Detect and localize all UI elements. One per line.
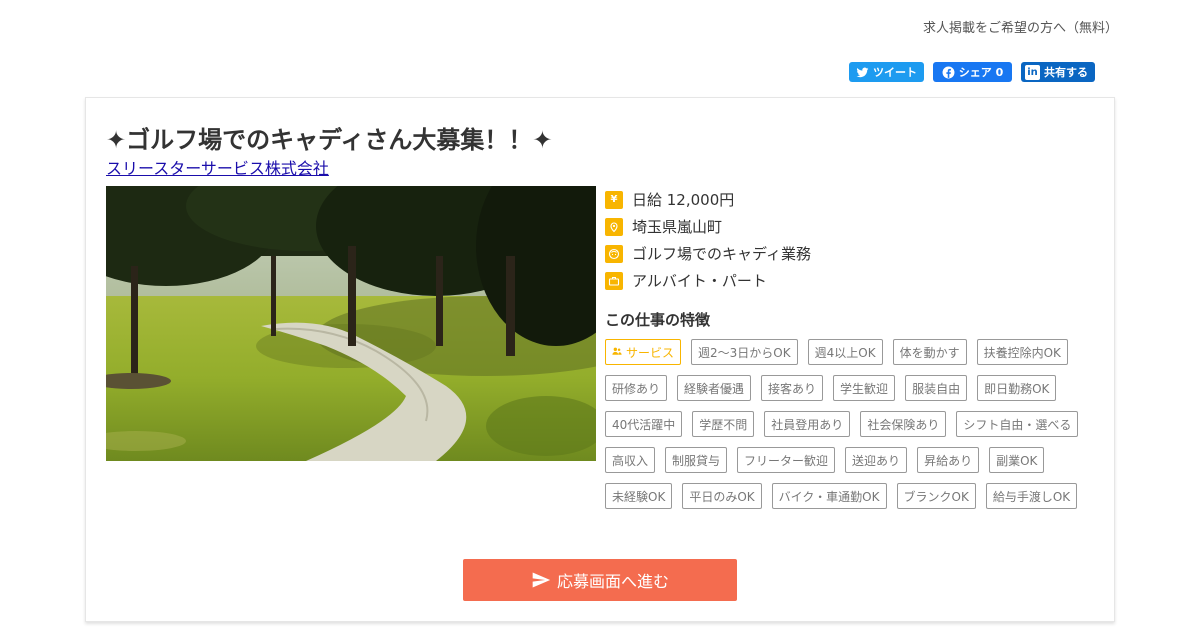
feature-tag: 送迎あり bbox=[845, 447, 908, 473]
map-pin-icon bbox=[605, 217, 623, 236]
briefcase-icon bbox=[605, 271, 623, 290]
location-text: 埼玉県嵐山町 bbox=[632, 218, 723, 236]
feature-tag-highlight: サービス bbox=[605, 339, 682, 365]
feature-tag: 副業OK bbox=[989, 447, 1045, 473]
linkedin-icon: in bbox=[1025, 64, 1040, 80]
feature-tag: 即日勤務OK bbox=[977, 375, 1057, 401]
job-photo bbox=[106, 186, 596, 461]
description-row: ゴルフ場でのキャディ業務 bbox=[605, 240, 811, 267]
feature-tag: 扶養控除内OK bbox=[976, 339, 1068, 365]
tweet-label: ツイート bbox=[873, 66, 917, 79]
feature-tag: 昇給あり bbox=[917, 447, 980, 473]
feature-tag: 平日のみOK bbox=[682, 483, 762, 509]
golf-course-image bbox=[106, 186, 596, 461]
facebook-icon bbox=[942, 66, 955, 78]
feature-tag: ブランクOK bbox=[896, 483, 976, 509]
feature-tag: 週4以上OK bbox=[807, 339, 883, 365]
people-icon bbox=[612, 346, 622, 359]
feature-tag: 未経験OK bbox=[605, 483, 673, 509]
feature-tag: フリーター歓迎 bbox=[737, 447, 836, 473]
feature-tag: 体を動かす bbox=[892, 339, 967, 365]
tweet-button[interactable]: ツイート bbox=[849, 62, 924, 82]
salary-row: ¥ 日給 12,000円 bbox=[605, 186, 811, 213]
linkedin-share-label: 共有する bbox=[1044, 66, 1088, 79]
face-icon bbox=[605, 244, 623, 263]
facebook-share-label: シェア 0 bbox=[958, 66, 1004, 79]
employment-type-text: アルバイト・パート bbox=[632, 272, 767, 290]
linkedin-share-button[interactable]: in 共有する bbox=[1021, 62, 1095, 82]
send-icon bbox=[532, 572, 551, 588]
feature-tag: 経験者優遇 bbox=[677, 375, 752, 401]
share-buttons: ツイート シェア 0 in 共有する bbox=[849, 62, 1095, 82]
location-row: 埼玉県嵐山町 bbox=[605, 213, 811, 240]
feature-tag: 制服貸与 bbox=[665, 447, 728, 473]
feature-tags: サービス 週2～3日からOK 週4以上OK 体を動かす 扶養控除内OK 研修あり 経験者優… bbox=[605, 339, 1095, 509]
salary-text: 日給 12,000円 bbox=[632, 191, 735, 209]
features-heading: この仕事の特徴 bbox=[605, 311, 711, 329]
yen-icon: ¥ bbox=[605, 190, 623, 209]
feature-tag: バイク・車通勤OK bbox=[771, 483, 887, 509]
feature-tag: 40代活躍中 bbox=[605, 411, 683, 437]
job-card: ✦ゴルフ場でのキャディさん大募集！！✦ スリースターサービス株式会社 ¥ 日給 … bbox=[85, 97, 1115, 622]
feature-tag: シフト自由・選べる bbox=[956, 411, 1079, 437]
employment-type-row: アルバイト・パート bbox=[605, 267, 811, 294]
apply-label: 応募画面へ進む bbox=[556, 572, 669, 591]
description-text: ゴルフ場でのキャディ業務 bbox=[632, 245, 811, 263]
apply-button[interactable]: 応募画面へ進む bbox=[463, 559, 737, 601]
feature-tag: 給与手渡しOK bbox=[985, 483, 1078, 509]
feature-tag: 服装自由 bbox=[905, 375, 968, 401]
job-title: ✦ゴルフ場でのキャディさん大募集！！✦ bbox=[106, 126, 553, 154]
feature-tag: 社員登用あり bbox=[764, 411, 851, 437]
feature-tag-highlight-label: サービス bbox=[626, 345, 675, 360]
feature-tag: 研修あり bbox=[605, 375, 668, 401]
job-info-list: ¥ 日給 12,000円 埼玉県嵐山町 ゴルフ場でのキャディ業務 アルバイト・パ… bbox=[605, 186, 811, 294]
facebook-share-button[interactable]: シェア 0 bbox=[933, 62, 1012, 82]
feature-tag: 社会保険あり bbox=[860, 411, 947, 437]
company-link[interactable]: スリースターサービス株式会社 bbox=[106, 155, 329, 179]
feature-tag: 学歴不問 bbox=[692, 411, 755, 437]
feature-tag: 学生歓迎 bbox=[833, 375, 896, 401]
feature-tag: 週2～3日からOK bbox=[691, 339, 798, 365]
feature-tag: 高収入 bbox=[605, 447, 656, 473]
employer-info-link[interactable]: 求人掲載をご希望の方へ（無料） bbox=[923, 17, 1118, 36]
twitter-bird-icon bbox=[856, 67, 869, 77]
feature-tag: 接客あり bbox=[761, 375, 824, 401]
